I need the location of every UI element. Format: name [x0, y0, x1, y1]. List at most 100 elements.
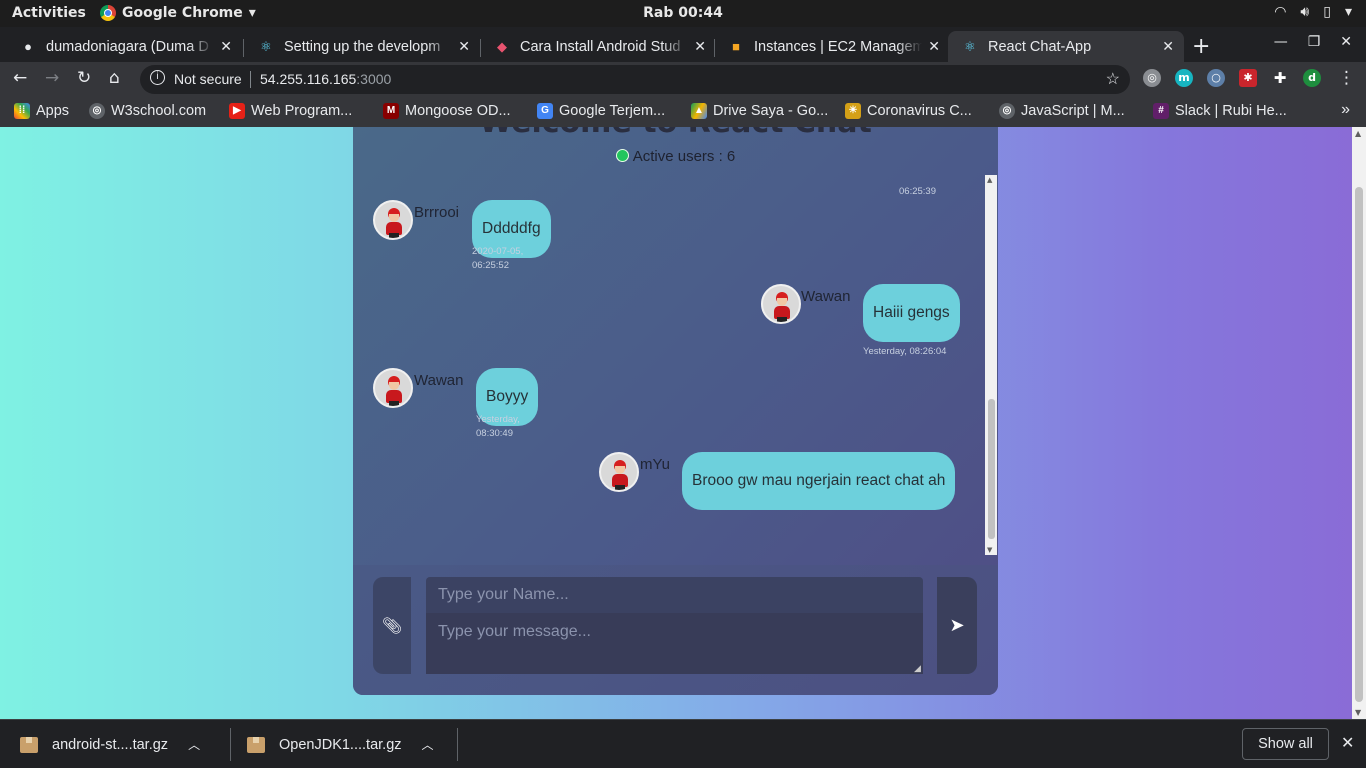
chevron-up-icon[interactable]: ︿ — [422, 736, 434, 753]
bookmark-star-icon[interactable]: ☆ — [1106, 69, 1120, 89]
close-icon[interactable]: ✕ — [1341, 733, 1354, 753]
paper-plane-icon: ➤ — [949, 615, 965, 636]
timestamp-line: 2020-07-05, — [472, 246, 524, 257]
close-icon[interactable]: ✕ — [220, 38, 232, 55]
react-icon: ⚛ — [964, 38, 976, 54]
url-host: 54.255.116.165 — [260, 71, 357, 87]
m-extension-icon[interactable]: m — [1175, 69, 1193, 87]
close-icon[interactable]: ✕ — [1162, 38, 1174, 55]
omnibox-divider — [250, 71, 251, 88]
home-icon[interactable]: ⌂ — [109, 68, 120, 88]
bookmark-coronavirus[interactable]: ☀ Coronavirus C... — [845, 103, 972, 119]
tab-title: Setting up the developm — [284, 38, 441, 55]
new-tab-button[interactable]: + — [1192, 34, 1210, 59]
volume-icon[interactable]: 🔊︎ — [1300, 4, 1309, 20]
bookmark-slack[interactable]: # Slack | Rubi He... — [1153, 103, 1287, 119]
system-tray[interactable]: ◠ 🔊︎ ▯ ▾ — [1274, 4, 1352, 20]
tab-github[interactable]: ● dumadoniagara (Duma D ✕ — [6, 31, 242, 62]
message-sender: Brrrooi — [414, 204, 460, 221]
message-scrollbar[interactable]: ▲ ▼ — [985, 175, 997, 555]
chevron-up-icon[interactable]: ︿ — [188, 736, 200, 753]
avatar-legs — [615, 485, 625, 490]
wifi-icon[interactable]: ◠ — [1274, 4, 1286, 20]
tray-menu-icon[interactable]: ▾ — [1345, 4, 1352, 20]
window-controls: — ❐ ✕ — [1274, 34, 1352, 50]
scroll-down-icon[interactable]: ▼ — [987, 546, 992, 554]
caret-down-icon: ▾ — [248, 5, 256, 21]
github-icon: ● — [24, 39, 32, 54]
menu-kebab-icon[interactable]: ⋮ — [1338, 68, 1355, 88]
avatar-face — [777, 298, 787, 306]
profile-avatar[interactable]: d — [1303, 69, 1321, 87]
message-timestamp: Yesterday, 08:30:49 — [476, 413, 520, 441]
close-icon[interactable]: ✕ — [928, 38, 940, 55]
timestamp-line: Yesterday, — [476, 414, 520, 425]
tab-android-studio[interactable]: ◆ Cara Install Android Stud ✕ — [480, 31, 716, 62]
close-icon[interactable]: ✕ — [458, 38, 470, 55]
bookmark-mongoose[interactable]: M Mongoose OD... — [383, 103, 511, 119]
red-extension-icon[interactable]: ✱ — [1239, 69, 1257, 87]
info-icon[interactable]: i — [150, 70, 165, 85]
avatar — [761, 284, 801, 324]
bookmark-apps[interactable]: ⁞⁞ Apps — [14, 103, 69, 119]
globe-icon: ◎ — [89, 103, 105, 119]
bookmarks-overflow-icon[interactable]: » — [1341, 101, 1350, 119]
system-top-bar: Activities Google Chrome ▾ Rab 00:44 ◠ 🔊… — [0, 0, 1366, 27]
activities-button[interactable]: Activities — [12, 5, 86, 21]
maximize-icon[interactable]: ❐ — [1308, 34, 1321, 50]
download-item[interactable]: android-st....tar.gz ︿ — [20, 720, 200, 768]
bookmark-javascript[interactable]: ◎ JavaScript | M... — [999, 103, 1125, 119]
message-sender: Wawan — [414, 372, 464, 389]
close-icon[interactable]: ✕ — [694, 38, 706, 55]
close-window-icon[interactable]: ✕ — [1340, 34, 1352, 50]
google-drive-icon: ▲ — [691, 103, 707, 119]
resize-grip-icon[interactable]: ◢ — [914, 664, 921, 674]
circle-extension-icon[interactable]: ○ — [1207, 69, 1225, 87]
scroll-up-icon[interactable]: ▲ — [987, 176, 992, 184]
bookmark-drive[interactable]: ▲ Drive Saya - Go... — [691, 103, 828, 119]
app-menu[interactable]: Google Chrome ▾ — [100, 5, 256, 21]
chat-title: Welcome to React Chat — [353, 127, 998, 140]
tab-setting-up[interactable]: ⚛ Setting up the developm ✕ — [244, 31, 480, 62]
show-all-button[interactable]: Show all — [1242, 728, 1329, 760]
paperclip-icon: 📎︎ — [381, 616, 403, 635]
message-sender: Wawan — [801, 288, 851, 305]
bookmark-w3school[interactable]: ◎ W3school.com — [89, 103, 206, 119]
puzzle-icon[interactable]: ✚ — [1271, 69, 1289, 87]
send-button[interactable]: ➤ — [937, 577, 977, 674]
page-scrollbar[interactable]: ▲ ▼ — [1352, 127, 1366, 719]
attach-button[interactable]: 📎︎ — [373, 577, 411, 674]
scroll-up-icon[interactable]: ▲ — [1355, 129, 1361, 138]
globe-icon[interactable]: ◎ — [1143, 69, 1161, 87]
security-label[interactable]: Not secure — [174, 71, 242, 87]
back-icon[interactable]: ← — [13, 68, 27, 88]
bookmark-label: JavaScript | M... — [1021, 103, 1125, 119]
bookmark-web-program[interactable]: ▶ Web Program... — [229, 103, 352, 119]
tab-strip: ● dumadoniagara (Duma D ✕ ⚛ Setting up t… — [0, 27, 1366, 62]
tab-react-chat[interactable]: ⚛ React Chat-App ✕ — [948, 31, 1184, 62]
page-viewport: Welcome to React Chat Active users : 6 0… — [0, 127, 1366, 719]
tab-title: React Chat-App — [988, 38, 1092, 55]
app-name: Google Chrome — [122, 5, 243, 21]
message-list[interactable]: 06:25:39 Brrrooi Dddddfg 2020-07-05, 06:… — [353, 175, 998, 565]
message-timestamp: Yesterday, 08:26:04 — [863, 346, 947, 357]
covid-icon: ☀ — [845, 103, 861, 119]
name-input[interactable] — [426, 577, 923, 613]
minimize-icon[interactable]: — — [1274, 34, 1288, 50]
scrollbar-thumb[interactable] — [1355, 187, 1363, 702]
scrollbar-thumb[interactable] — [988, 399, 995, 539]
tab-title: Instances | EC2 Managem — [754, 38, 923, 55]
avatar-legs — [389, 233, 399, 238]
google-translate-icon: G — [537, 103, 553, 119]
download-item[interactable]: OpenJDK1....tar.gz ︿ — [247, 720, 434, 768]
url-text[interactable]: 54.255.116.165:3000 — [260, 71, 391, 87]
forward-icon[interactable]: → — [45, 68, 59, 88]
message-input[interactable] — [426, 613, 923, 674]
bookmark-google-translate[interactable]: G Google Terjem... — [537, 103, 665, 119]
scroll-down-icon[interactable]: ▼ — [1355, 708, 1361, 717]
battery-icon[interactable]: ▯ — [1323, 4, 1331, 20]
tab-ec2[interactable]: ■ Instances | EC2 Managem ✕ — [714, 31, 950, 62]
address-bar[interactable]: i Not secure 54.255.116.165:3000 ☆ — [140, 65, 1130, 94]
reload-icon[interactable]: ↻ — [77, 68, 91, 88]
avatar-face — [389, 214, 399, 222]
